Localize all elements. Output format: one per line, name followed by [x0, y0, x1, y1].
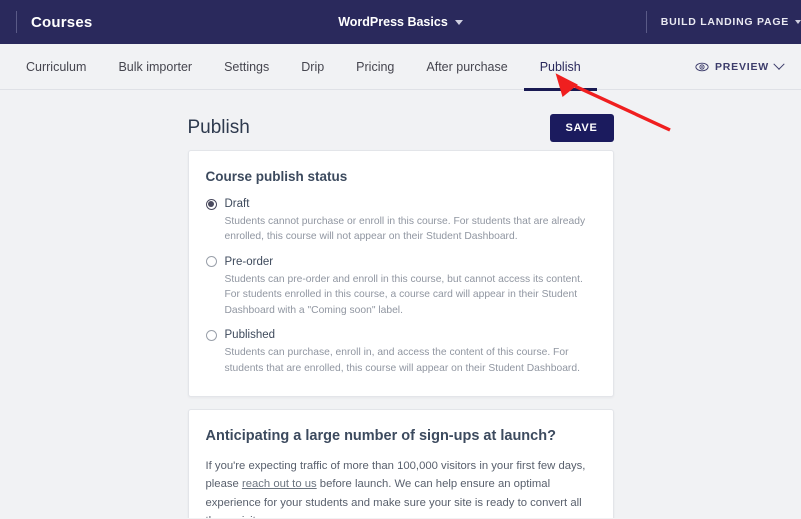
radio-option-published[interactable]: Published: [205, 329, 596, 342]
radio-pre-order-label: Pre-order: [224, 255, 274, 268]
chevron-down-icon: [795, 20, 801, 24]
signups-card-text: If you're expecting traffic of more than…: [206, 457, 596, 518]
build-landing-page-label: BUILD LANDING PAGE: [660, 16, 789, 28]
eye-icon: [695, 62, 709, 71]
save-button[interactable]: SAVE: [549, 114, 614, 142]
radio-option-draft[interactable]: Draft: [205, 198, 596, 210]
reach-out-to-us-link[interactable]: reach out to us: [242, 478, 317, 490]
topbar-actions: BUILD LANDING PAGE: [646, 0, 801, 44]
radio-published-description: Students can purchase, enroll in, and ac…: [224, 347, 580, 374]
chevron-down-icon: [773, 58, 785, 70]
radio-pre-order-input[interactable]: [205, 256, 217, 268]
tab-bulk-importer[interactable]: Bulk importer: [102, 44, 208, 90]
tab-after-purchase[interactable]: After purchase: [410, 44, 523, 90]
radio-published-label: Published: [224, 329, 276, 342]
radio-published-input[interactable]: [205, 329, 217, 341]
page-header: Publish SAVE: [188, 106, 614, 150]
brand-title: Courses: [31, 13, 93, 31]
page-title: Publish: [187, 117, 250, 138]
radio-pre-order-description: Students can pre-order and enroll in thi…: [224, 273, 583, 316]
page-body: Publish SAVE Course publish status Draft…: [0, 90, 801, 518]
large-signups-card: Anticipating a large number of sign-ups …: [187, 409, 614, 518]
course-selector-label: WordPress Basics: [338, 15, 448, 29]
tab-curriculum[interactable]: Curriculum: [10, 44, 102, 90]
radio-draft-label: Draft: [224, 198, 250, 210]
tab-settings[interactable]: Settings: [208, 44, 285, 90]
card-title-signups: Anticipating a large number of sign-ups …: [205, 428, 556, 445]
content-column: Publish SAVE Course publish status Draft…: [187, 90, 614, 518]
chevron-down-icon: [454, 19, 463, 25]
build-landing-page-button[interactable]: BUILD LANDING PAGE: [661, 16, 801, 28]
tab-pricing[interactable]: Pricing: [340, 44, 410, 90]
preview-button[interactable]: PREVIEW: [695, 58, 801, 74]
top-navigation-bar: Courses WordPress Basics BUILD LANDING P…: [0, 0, 801, 44]
course-publish-status-card: Course publish status Draft Students can…: [187, 150, 614, 398]
section-tab-bar: Curriculum Bulk importer Settings Drip P…: [0, 44, 801, 91]
radio-option-pre-order[interactable]: Pre-order: [205, 255, 596, 268]
course-selector[interactable]: WordPress Basics: [338, 15, 463, 29]
tab-drip[interactable]: Drip: [285, 44, 340, 90]
card-title-publish-status: Course publish status: [205, 169, 348, 184]
brand-area: Courses: [0, 0, 92, 44]
tab-publish[interactable]: Publish: [523, 44, 597, 91]
radio-draft-description: Students cannot purchase or enroll in th…: [224, 216, 586, 243]
preview-label: PREVIEW: [714, 60, 769, 73]
radio-draft-input[interactable]: [205, 198, 217, 210]
